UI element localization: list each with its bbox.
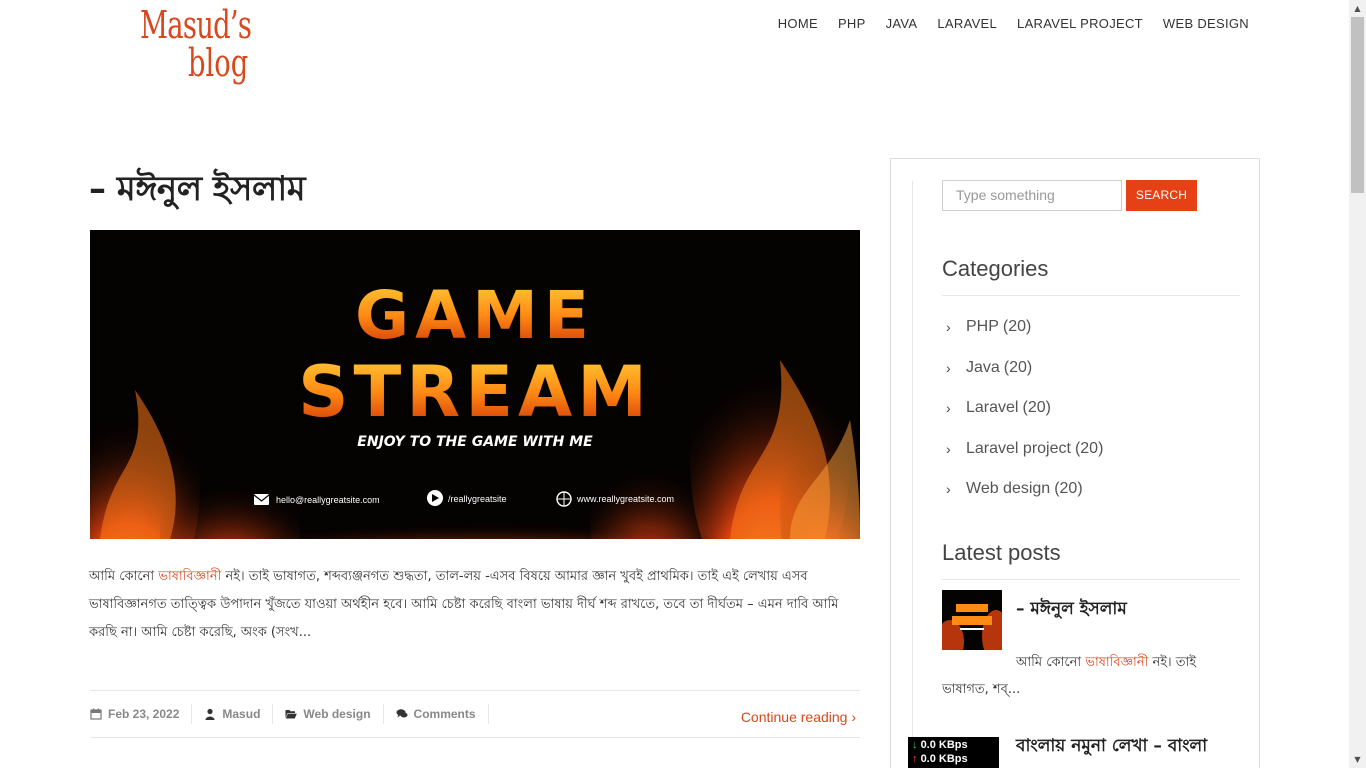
lp-excerpt-link[interactable]: ভাষাবিজ্ঞানী [1085,655,1148,670]
category-count: (20) [1022,399,1051,417]
category-name: Laravel [966,399,1019,417]
game-stream-thumbnail [942,590,1002,650]
arrow-up-icon: ↑ [912,753,918,765]
categories-title: Categories [942,256,1049,281]
arrow-down-icon: ↓ [912,739,918,751]
folder-open-icon [285,710,298,719]
network-speed-meter: ↓ 0.0 KBps ↑ 0.0 KBps [908,737,999,768]
banner-email: hello@reallygreatsite.com [276,495,380,505]
latest-posts-title: Latest posts [942,540,1061,565]
category-count: (20) [1074,439,1104,457]
meta-category[interactable]: Web design [285,704,384,724]
categories-divider [942,295,1240,296]
meta-date[interactable]: Feb 23, 2022 [90,704,193,724]
meta-author[interactable]: Masud [204,704,274,724]
meta-category-text: Web design [303,707,371,721]
page-scrollbar[interactable]: ▲ ▼ [1349,0,1366,768]
chevron-right-icon: › [946,440,951,457]
comments-icon [396,709,408,718]
meta-author-text: Masud [222,707,261,721]
category-name: Laravel project [966,439,1071,457]
categories-list: › PHP (20) › Java (20) › Laravel (20) › … [946,307,1103,510]
logo-line1: Masud’s [140,3,252,47]
chevron-right-icon: › [946,359,951,376]
category-item-laravel-project[interactable]: › Laravel project (20) [946,429,1103,470]
download-speed: ↓ 0.0 KBps [912,738,995,752]
nav-laravel-project[interactable]: LARAVEL PROJECT [1017,16,1143,31]
excerpt-text-pre: আমি কোনো [89,569,159,584]
download-speed-value: 0.0 KBps [920,739,968,751]
meta-date-text: Feb 23, 2022 [108,707,180,721]
category-count: (20) [1002,318,1032,336]
latest-post-thumbnail[interactable] [942,590,1002,650]
sidebar: Type something SEARCH Categories › PHP (… [890,158,1260,768]
latest-post-title-2[interactable]: বাংলায় নমুনা লেখা – বাংলা [1016,733,1207,761]
category-name: Web design [966,480,1051,498]
category-item-laravel[interactable]: › Laravel (20) [946,388,1103,429]
upload-speed-value: 0.0 KBps [920,753,968,765]
meta-comments[interactable]: Comments [396,704,489,724]
latest-post-excerpt-1: আমি কোনো ভাষাবিজ্ঞানী নই। তাই ভাষাগত, শব… [942,649,1232,703]
scroll-up-arrow-icon[interactable]: ▲ [1349,0,1366,17]
nav-web-design[interactable]: WEB DESIGN [1163,16,1249,31]
category-item-web-design[interactable]: › Web design (20) [946,469,1103,510]
scroll-down-arrow-icon[interactable]: ▼ [1349,751,1366,768]
banner-social: /reallygreatsite [448,494,507,504]
sidebar-divider [912,181,913,768]
category-name: Java [966,358,1000,376]
banner-line2: STREAM [298,351,652,433]
nav-home[interactable]: HOME [778,16,818,31]
banner-tagline: ENJOY TO THE GAME WITH ME [357,434,593,450]
search-input[interactable]: Type something [942,180,1122,211]
post-excerpt: আমি কোনো ভাষাবিজ্ঞানী নই। তাই ভাষাগত, শব… [89,563,859,647]
search-button[interactable]: SEARCH [1126,180,1197,211]
game-stream-banner: GAME STREAM ENJOY TO THE GAME WITH ME he… [90,230,860,539]
post-featured-image[interactable]: GAME STREAM ENJOY TO THE GAME WITH ME he… [90,230,860,539]
site-logo[interactable]: Masud’s blog [140,6,260,106]
banner-website: www.reallygreatsite.com [576,494,674,504]
latest-post-title-1[interactable]: – মঈনুল ইসলাম [1016,596,1127,624]
category-count: (20) [1003,358,1033,376]
category-item-java[interactable]: › Java (20) [946,348,1103,389]
calendar-icon [90,708,102,720]
category-name: PHP [966,318,999,336]
meta-comments-text: Comments [413,707,476,721]
lp-excerpt-pre: আমি কোনো [1016,655,1086,670]
nav-laravel[interactable]: LARAVEL [937,16,997,31]
scroll-thumb[interactable] [1351,17,1364,193]
chevron-right-icon: › [946,481,951,498]
latest-posts-divider [942,579,1240,580]
banner-line1: GAME [355,277,595,354]
nav-java[interactable]: JAVA [886,16,918,31]
category-count: (20) [1054,480,1083,498]
chevron-right-icon: › [946,400,951,417]
main-nav: HOME PHP JAVA LARAVEL LARAVEL PROJECT WE… [778,16,1249,31]
excerpt-link[interactable]: ভাষাবিজ্ঞানী [158,569,221,584]
user-icon [205,708,215,720]
nav-php[interactable]: PHP [838,16,866,31]
post-title[interactable]: – মঈনুল ইসলাম [89,163,306,220]
continue-reading-link[interactable]: Continue reading › [741,703,860,725]
upload-speed: ↑ 0.0 KBps [912,752,995,766]
category-item-php[interactable]: › PHP (20) [946,307,1103,348]
post-meta: Feb 23, 2022 Masud Web design Comments C… [90,690,860,738]
logo-line2: blog [188,41,249,85]
chevron-right-icon: › [946,319,951,336]
